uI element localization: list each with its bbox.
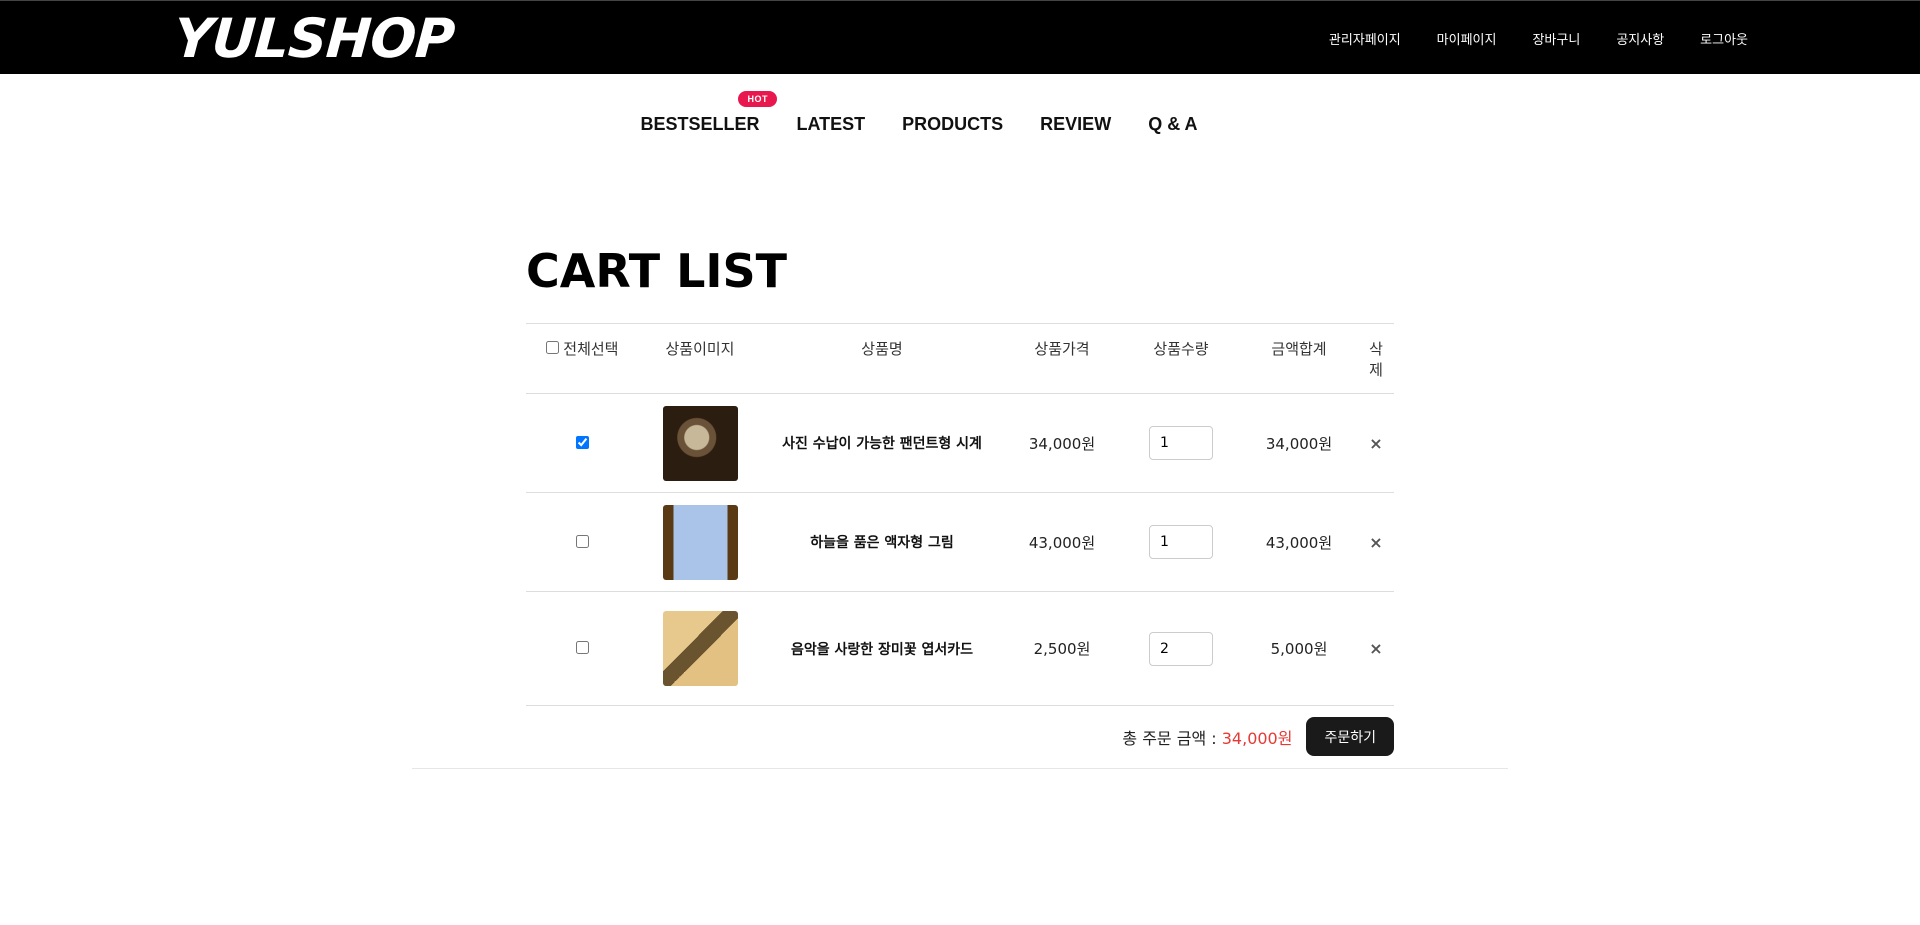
select-all-label: 전체선택 <box>563 340 619 358</box>
main-nav-qna[interactable]: Q & A <box>1148 114 1197 135</box>
main-nav-bestseller-label: BESTSELLER <box>640 114 760 134</box>
top-nav-admin-link[interactable]: 관리자페이지 <box>1329 29 1401 48</box>
cart-table: 전체선택 상품이미지 상품명 상품가격 상품수량 금액합계 삭제 사진 수납이 … <box>526 323 1394 706</box>
main-nav-bestseller[interactable]: BESTSELLER HOT <box>640 91 777 135</box>
top-nav-cart-link[interactable]: 장바구니 <box>1532 29 1580 48</box>
top-bar: YULSHOP 관리자페이지 마이페이지 장바구니 공지사항 로그아웃 <box>0 0 1920 74</box>
total-value: 34,000원 <box>1221 728 1293 748</box>
row-total: 34,000원 <box>1265 434 1333 453</box>
total-amount: 총 주문 금액 : 34,000원 <box>1122 725 1292 749</box>
divider <box>412 768 1508 769</box>
top-nav-mypage-link[interactable]: 마이페이지 <box>1437 29 1497 48</box>
order-summary: 총 주문 금액 : 34,000원 주문하기 <box>526 717 1394 756</box>
price-header: 상품가격 <box>1034 340 1090 358</box>
image-header: 상품이미지 <box>665 340 735 358</box>
delete-header: 삭제 <box>1369 340 1383 379</box>
top-nav-notice-link[interactable]: 공지사항 <box>1616 29 1664 48</box>
main-nav-review[interactable]: REVIEW <box>1040 114 1111 135</box>
cart-header-row: 전체선택 상품이미지 상품명 상품가격 상품수량 금액합계 삭제 <box>526 324 1394 394</box>
item-checkbox[interactable] <box>575 534 589 548</box>
product-price: 43,000원 <box>1028 533 1096 552</box>
quantity-input[interactable] <box>1149 525 1213 559</box>
name-header: 상품명 <box>861 340 903 358</box>
product-price: 2,500원 <box>1033 640 1091 658</box>
select-all-checkbox[interactable] <box>545 341 559 354</box>
main-nav: BESTSELLER HOT LATEST PRODUCTS REVIEW Q … <box>0 91 1920 135</box>
total-label: 총 주문 금액 : <box>1122 728 1217 748</box>
main-nav-products[interactable]: PRODUCTS <box>902 114 1003 135</box>
quantity-input[interactable] <box>1149 631 1213 666</box>
order-button[interactable]: 주문하기 <box>1306 717 1394 756</box>
main-nav-latest[interactable]: LATEST <box>796 114 865 135</box>
hot-badge: HOT <box>738 91 777 107</box>
top-nav: 관리자페이지 마이페이지 장바구니 공지사항 로그아웃 <box>1329 29 1748 48</box>
product-thumbnail[interactable] <box>662 504 738 580</box>
select-all-header: 전체선택 <box>526 324 638 359</box>
product-name[interactable]: 사진 수납이 가능한 팬던트형 시계 <box>762 433 1002 453</box>
delete-icon[interactable]: × <box>1358 639 1394 658</box>
row-total: 5,000원 <box>1270 640 1328 658</box>
page-title: CART LIST <box>526 244 788 298</box>
total-header: 금액합계 <box>1271 340 1327 358</box>
item-checkbox[interactable] <box>575 435 589 449</box>
product-thumbnail[interactable] <box>662 405 738 481</box>
cart-row: 음악을 사랑한 장미꽃 엽서카드 2,500원 5,000원 × <box>526 592 1394 706</box>
product-price: 34,000원 <box>1028 434 1096 453</box>
quantity-input[interactable] <box>1149 426 1213 460</box>
item-checkbox[interactable] <box>575 641 589 654</box>
cart-row: 하늘을 품은 액자형 그림 43,000원 43,000원 × <box>526 493 1394 592</box>
delete-icon[interactable]: × <box>1358 533 1394 552</box>
delete-icon[interactable]: × <box>1358 434 1394 453</box>
product-name[interactable]: 음악을 사랑한 장미꽃 엽서카드 <box>762 639 1002 659</box>
top-nav-logout-link[interactable]: 로그아웃 <box>1700 29 1748 48</box>
product-name[interactable]: 하늘을 품은 액자형 그림 <box>762 532 1002 552</box>
qty-header: 상품수량 <box>1153 340 1209 358</box>
row-total: 43,000원 <box>1265 533 1333 552</box>
product-thumbnail[interactable] <box>662 611 738 686</box>
brand-logo[interactable]: YULSHOP <box>172 7 456 70</box>
cart-row: 사진 수납이 가능한 팬던트형 시계 34,000원 34,000원 × <box>526 394 1394 493</box>
